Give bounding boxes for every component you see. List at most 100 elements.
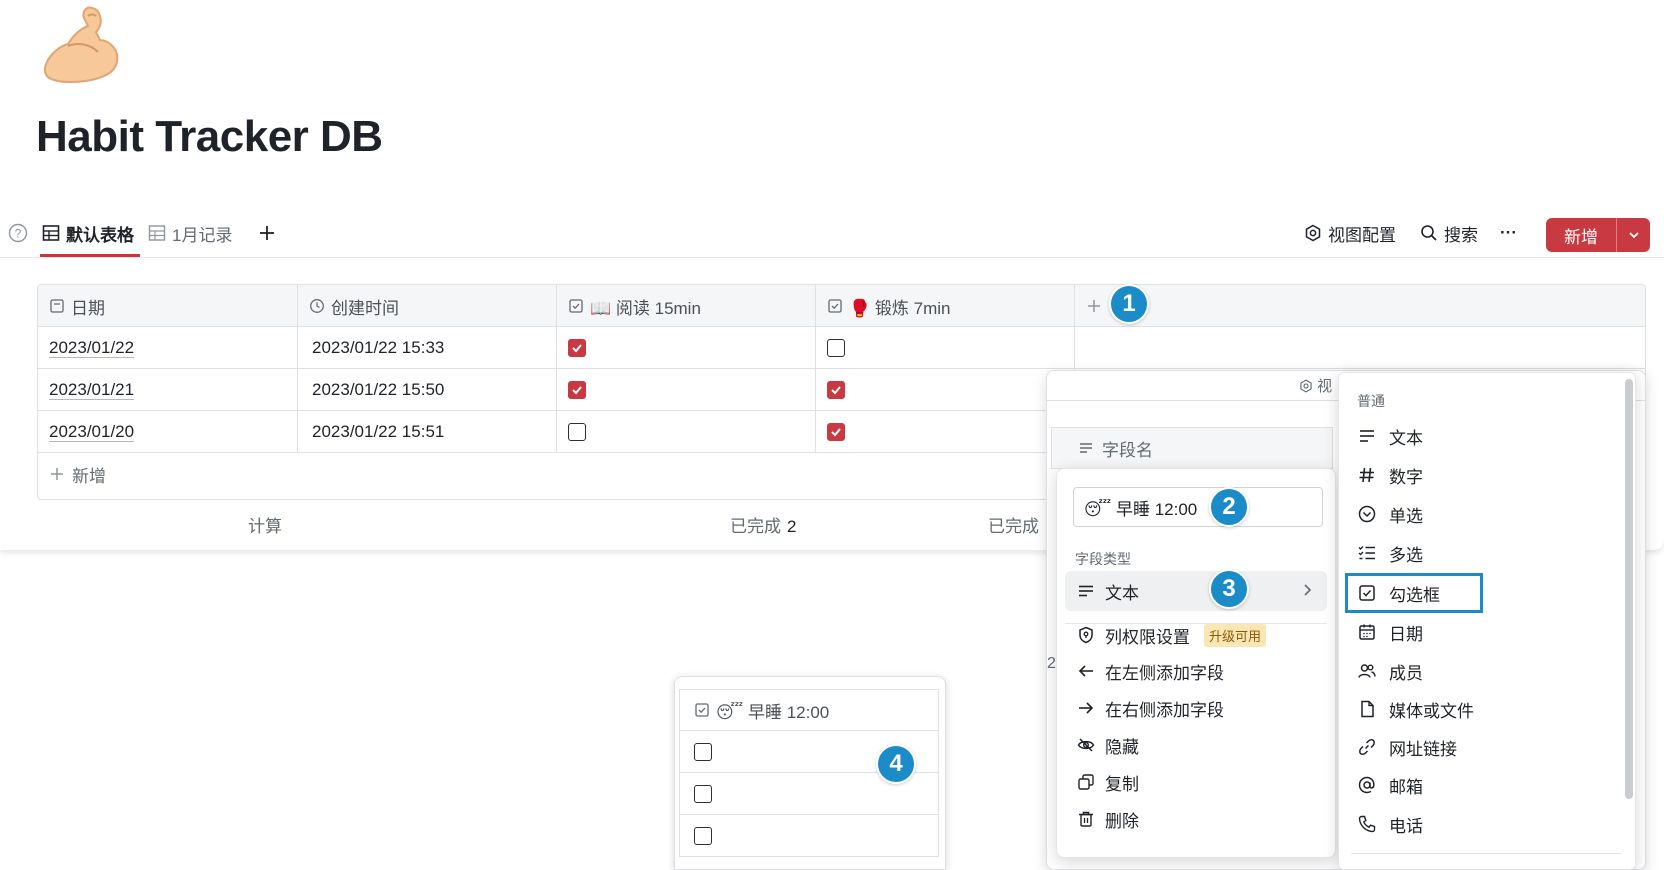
type-option-single-select[interactable]: 单选 xyxy=(1357,499,1423,529)
column-header-exercise[interactable]: 🥊 锻炼 7min xyxy=(816,285,1075,327)
checkbox-unchecked[interactable] xyxy=(694,784,712,803)
column-header-date[interactable]: 日期 xyxy=(38,285,298,327)
new-record-button[interactable]: 新增 xyxy=(1546,218,1650,252)
checkbox-field-icon xyxy=(695,703,709,717)
multi-select-icon xyxy=(1358,546,1375,560)
type-option-media-file[interactable]: 媒体或文件 xyxy=(1357,694,1474,724)
field-type-selector[interactable]: 文本 xyxy=(1065,571,1327,611)
text-lines-icon xyxy=(1080,443,1092,453)
scrollbar[interactable] xyxy=(1625,379,1633,799)
view-toolbar: ? 默认表格 1月记录 视图配置 搜索 ··· 新增 xyxy=(0,210,1664,258)
type-option-phone[interactable]: 电话 xyxy=(1357,809,1423,839)
phone-icon xyxy=(1358,815,1376,833)
delete-field-item[interactable]: 删除 xyxy=(1077,803,1139,835)
checkbox-checked[interactable] xyxy=(568,381,586,399)
checkbox-icon xyxy=(1359,585,1375,601)
link-icon xyxy=(1359,739,1375,755)
tab-label: 1月记录 xyxy=(172,225,233,245)
type-option-url[interactable]: 网址链接 xyxy=(1357,732,1457,762)
text-lines-icon xyxy=(1360,430,1374,442)
duplicate-field-item[interactable]: 复制 xyxy=(1077,766,1139,798)
menu-item-label: 删除 xyxy=(1105,811,1139,831)
shield-icon xyxy=(1079,626,1093,644)
new-button-label: 新增 xyxy=(1564,227,1598,247)
type-option-number[interactable]: 数字 xyxy=(1357,460,1423,490)
created-time-cell[interactable]: 2023/01/22 15:51 xyxy=(298,411,557,453)
step-badge-1: 1 xyxy=(1109,284,1149,324)
column-header-label: 创建时间 xyxy=(331,298,399,318)
add-view-button[interactable] xyxy=(258,220,276,246)
help-icon[interactable]: ? xyxy=(8,220,28,246)
date-value: 2023/01/20 xyxy=(49,422,135,441)
type-option-date[interactable]: 日期 xyxy=(1357,617,1423,647)
add-field-left-item[interactable]: 在左侧添加字段 xyxy=(1077,655,1224,687)
hide-field-item[interactable]: 隐藏 xyxy=(1077,729,1139,761)
plus-icon xyxy=(260,226,274,240)
tab-january-records[interactable]: 1月记录 xyxy=(148,220,232,246)
preview-column-header: 😴 早睡 12:00 xyxy=(679,689,939,731)
search-button[interactable]: 搜索 xyxy=(1420,220,1478,246)
checkbox-unchecked[interactable] xyxy=(694,826,712,845)
date-cell[interactable]: 2023/01/21 xyxy=(38,369,298,411)
more-icon: ··· xyxy=(1500,223,1517,242)
more-button[interactable]: ··· xyxy=(1500,220,1517,246)
panel-snippet: 视 xyxy=(1299,375,1332,396)
column-header-label: 📖 阅读 15min xyxy=(590,298,701,318)
created-time-value: 2023/01/22 15:51 xyxy=(312,422,445,441)
checkbox-unchecked[interactable] xyxy=(694,742,712,761)
type-option-email[interactable]: 邮箱 xyxy=(1357,770,1423,800)
tab-default-table[interactable]: 默认表格 xyxy=(42,220,134,246)
table-row[interactable]: 2023/01/22 2023/01/22 15:33 xyxy=(38,327,1645,369)
created-time-cell[interactable]: 2023/01/22 15:50 xyxy=(298,369,557,411)
checkbox-checked[interactable] xyxy=(568,339,586,357)
calendar-icon xyxy=(1359,624,1375,640)
type-option-label: 日期 xyxy=(1389,624,1423,644)
view-config-button[interactable]: 视图配置 xyxy=(1304,220,1396,246)
svg-text:?: ? xyxy=(15,227,22,241)
preview-row xyxy=(679,815,939,857)
summary-exercise[interactable]: 已完成 xyxy=(988,512,1039,537)
summary-reading[interactable]: 已完成 2 xyxy=(730,512,796,537)
type-option-checkbox[interactable]: 勾选框 xyxy=(1357,578,1440,608)
type-option-text[interactable]: 文本 xyxy=(1357,421,1423,451)
eye-off-icon xyxy=(1077,738,1095,752)
created-time-value: 2023/01/22 15:33 xyxy=(312,338,445,357)
partial-digit: 2 xyxy=(1047,655,1056,672)
text-lines-icon xyxy=(1079,585,1093,597)
flexed-biceps-icon xyxy=(43,6,119,83)
checkbox-checked[interactable] xyxy=(827,423,845,441)
summary-value: 2 xyxy=(787,517,797,536)
checkbox-checked[interactable] xyxy=(827,381,845,399)
column-header-label: 日期 xyxy=(71,298,105,318)
arrow-right-icon xyxy=(1079,702,1094,714)
add-field-right-item[interactable]: 在右侧添加字段 xyxy=(1077,692,1224,724)
type-option-label: 邮箱 xyxy=(1389,777,1423,797)
type-option-label: 文本 xyxy=(1389,428,1423,448)
clock-icon xyxy=(310,299,324,313)
column-permission-item[interactable]: 列权限设置 升级可用 xyxy=(1077,619,1267,651)
checkbox-unchecked[interactable] xyxy=(568,423,586,441)
checkbox-unchecked[interactable] xyxy=(827,339,845,357)
chevron-down-icon[interactable] xyxy=(1617,228,1650,242)
add-column-button[interactable] xyxy=(1075,285,1645,327)
exercise-cell xyxy=(816,411,1075,453)
field-name-input[interactable]: 😴 早睡 12:00 xyxy=(1073,487,1323,527)
type-option-label: 成员 xyxy=(1389,663,1423,683)
type-option-members[interactable]: 成员 xyxy=(1357,656,1423,686)
column-header-created-time[interactable]: 创建时间 xyxy=(298,285,557,327)
summary-calc[interactable]: 计算 xyxy=(248,512,282,537)
view-config-icon xyxy=(1300,379,1312,393)
tab-label: 默认表格 xyxy=(66,225,134,245)
type-option-label: 多选 xyxy=(1389,545,1423,565)
exercise-cell xyxy=(816,327,1075,369)
summary-label: 已完成 xyxy=(730,517,781,536)
table-icon xyxy=(148,225,166,241)
date-cell[interactable]: 2023/01/20 xyxy=(38,411,298,453)
date-cell[interactable]: 2023/01/22 xyxy=(38,327,298,369)
single-select-icon xyxy=(1358,505,1376,523)
field-name-label: 字段名 xyxy=(1102,440,1153,460)
summary-calc-label: 计算 xyxy=(248,517,282,536)
column-header-reading[interactable]: 📖 阅读 15min xyxy=(557,285,816,327)
created-time-cell[interactable]: 2023/01/22 15:33 xyxy=(298,327,557,369)
type-option-multi-select[interactable]: 多选 xyxy=(1357,538,1423,568)
